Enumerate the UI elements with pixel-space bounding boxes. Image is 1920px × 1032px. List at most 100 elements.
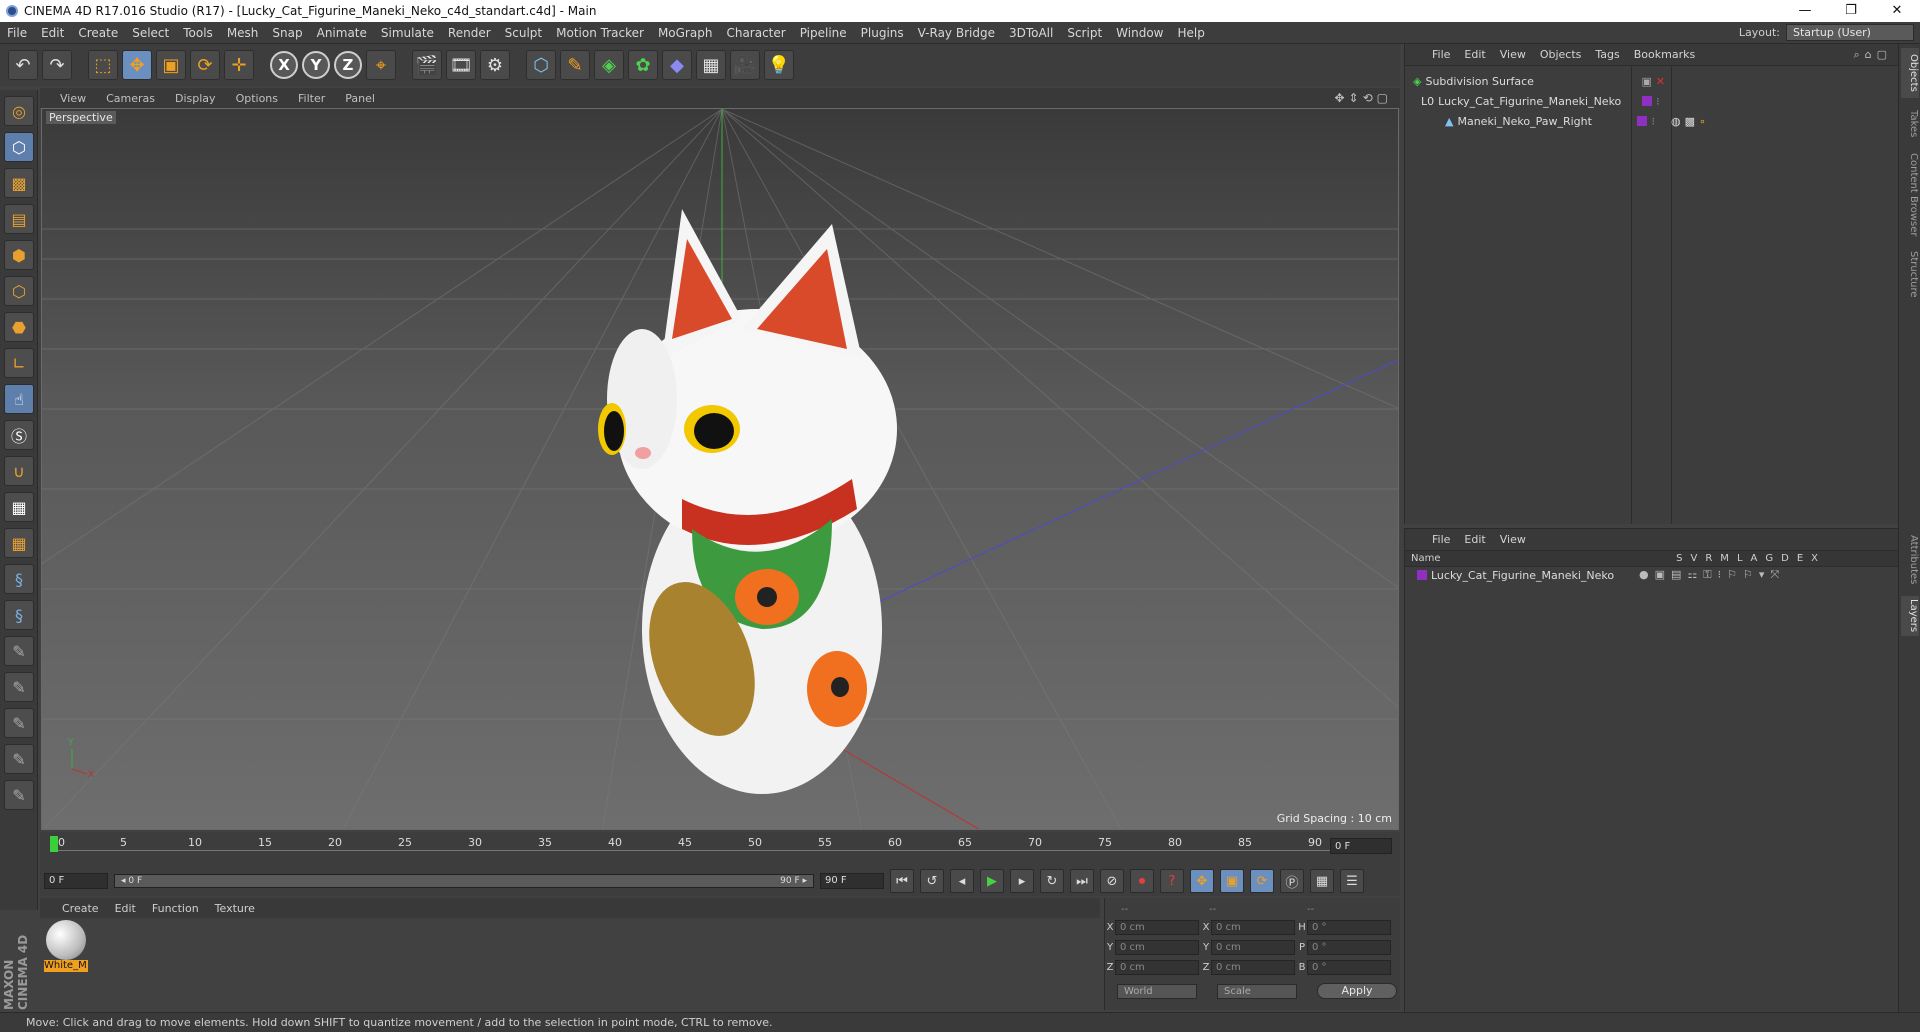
y-axis-lock-button[interactable]: Y (302, 51, 330, 79)
tweak-mode-icon[interactable]: ☝ (4, 384, 34, 414)
size-x-field[interactable]: 0 cm (1211, 919, 1295, 935)
cube-primitive-icon[interactable]: ⬡ (526, 50, 556, 80)
layer-color-swatch[interactable] (1637, 116, 1648, 126)
undo-icon[interactable]: ↶ (8, 50, 38, 80)
object-row[interactable]: ▲ Maneki_Neko_Paw_Right ⁝ ◍ ▩ ∘ (1405, 112, 1899, 130)
z-axis-lock-button[interactable]: Z (334, 51, 362, 79)
object-row[interactable]: ◈ Subdivision Surface ▣ ✕ (1405, 72, 1899, 90)
current-frame-field[interactable]: 0 F (1330, 838, 1392, 854)
layer-menu-view[interactable]: View (1493, 533, 1533, 546)
key-rotation-icon[interactable]: ⟳ (1250, 869, 1274, 893)
light-icon[interactable]: 💡 (764, 50, 794, 80)
object-row[interactable]: L0 Lucky_Cat_Figurine_Maneki_Neko ⁝ (1405, 92, 1899, 110)
menu-plugins[interactable]: Plugins (854, 26, 911, 40)
position-y-field[interactable]: 0 cm (1115, 939, 1199, 955)
render-settings-icon[interactable]: ⚙ (480, 50, 510, 80)
snap-icon[interactable]: Ⓢ (4, 420, 34, 450)
record-icon[interactable]: ⏺ (1130, 869, 1154, 893)
size-mode-select[interactable]: Scale (1217, 983, 1297, 999)
viewport-menu-options[interactable]: Options (226, 92, 288, 105)
object-menu-objects[interactable]: Objects (1533, 48, 1589, 61)
render-to-picture-viewer-icon[interactable]: 🎞 (446, 50, 476, 80)
material-menu-create[interactable]: Create (54, 902, 107, 915)
axis-mode-icon[interactable]: ∟ (4, 348, 34, 378)
position-x-field[interactable]: 0 cm (1115, 919, 1199, 935)
play-icon[interactable]: ▶ (980, 869, 1004, 893)
end-frame-field[interactable]: 90 F (820, 873, 884, 889)
layer-menu-file[interactable]: File (1425, 533, 1457, 546)
material-menu-edit[interactable]: Edit (107, 902, 144, 915)
menu-mesh[interactable]: Mesh (220, 26, 266, 40)
next-key-icon[interactable]: ↻ (1040, 869, 1064, 893)
tab-attributes[interactable]: Attributes (1901, 528, 1919, 592)
menu-script[interactable]: Script (1060, 26, 1109, 40)
size-z-field[interactable]: 0 cm (1211, 959, 1295, 975)
object-menu-file[interactable]: File (1425, 48, 1457, 61)
start-frame-field[interactable]: 0 F (44, 873, 108, 889)
viewport-menu-filter[interactable]: Filter (288, 92, 335, 105)
close-button[interactable]: ✕ (1874, 0, 1920, 22)
menu-file[interactable]: File (0, 26, 34, 40)
menu-render[interactable]: Render (441, 26, 498, 40)
pen-spline-icon[interactable]: ✎ (560, 50, 590, 80)
rotate-tool-icon[interactable]: ⟳ (190, 50, 220, 80)
extra-tool-icon[interactable]: ✎ (4, 780, 34, 810)
perspective-viewport[interactable]: Y X Perspective Grid Spacing : 10 cm (41, 108, 1399, 830)
coordinate-mode-select[interactable]: World (1117, 983, 1197, 999)
menu-simulate[interactable]: Simulate (374, 26, 441, 40)
x-axis-lock-button[interactable]: X (270, 51, 298, 79)
visibility-dots-icon[interactable]: ⁝ (1651, 115, 1655, 128)
menu-tools[interactable]: Tools (176, 26, 220, 40)
previous-frame-icon[interactable]: ◂ (950, 869, 974, 893)
menu-sculpt[interactable]: Sculpt (498, 26, 549, 40)
menu-snap[interactable]: Snap (265, 26, 309, 40)
menu-edit[interactable]: Edit (34, 26, 71, 40)
autokey-icon[interactable]: ? (1160, 869, 1184, 893)
menu-motion-tracker[interactable]: Motion Tracker (549, 26, 651, 40)
tab-structure[interactable]: Structure (1901, 246, 1919, 302)
preview-range-slider[interactable]: ◂ 0 F 90 F ▸ (114, 874, 814, 888)
layer-color-swatch[interactable] (1642, 96, 1653, 106)
material-menu-texture[interactable]: Texture (207, 902, 263, 915)
menu-animate[interactable]: Animate (310, 26, 374, 40)
timeline-ruler[interactable]: 0 5 10 15 20 25 30 35 40 45 50 55 60 65 … (50, 836, 1340, 860)
tab-takes[interactable]: Takes (1901, 104, 1919, 144)
sculpt-icon[interactable]: ✎ (4, 708, 34, 738)
key-position-icon[interactable]: ✥ (1190, 869, 1214, 893)
object-menu-view[interactable]: View (1493, 48, 1533, 61)
maximize-button[interactable]: ❐ (1828, 0, 1874, 22)
menu-3dtoall[interactable]: 3DToAll (1002, 26, 1060, 40)
redo-icon[interactable]: ↷ (42, 50, 72, 80)
tab-objects[interactable]: Objects (1901, 48, 1919, 98)
menu-create[interactable]: Create (71, 26, 125, 40)
layer-row[interactable]: Lucky_Cat_Figurine_Maneki_Neko ●▣▤⚏⚿⁝⚐⚐▾… (1405, 567, 1898, 583)
scale-tool-icon[interactable]: ▣ (156, 50, 186, 80)
object-menu-edit[interactable]: Edit (1457, 48, 1492, 61)
material-menu-function[interactable]: Function (144, 902, 207, 915)
render-view-icon[interactable]: 🎬 (412, 50, 442, 80)
layer-menu-edit[interactable]: Edit (1457, 533, 1492, 546)
subdivision-surface-icon[interactable]: ◈ (594, 50, 624, 80)
layer-toggle-icons[interactable]: ●▣▤⚏⚿⁝⚐⚐▾⤧ (1639, 568, 1785, 582)
live-selection-icon[interactable]: ⬚ (88, 50, 118, 80)
coordinate-system-icon[interactable]: ⌖ (366, 50, 396, 80)
menu-mograph[interactable]: MoGraph (651, 26, 720, 40)
viewport-nav-icons[interactable]: ✥⇕⟲▢ (1334, 91, 1400, 105)
uvw-tag-icon[interactable]: ▩ (1685, 115, 1695, 128)
layer-color-swatch[interactable] (1417, 570, 1427, 580)
edges-mode-icon[interactable]: ⬡ (4, 276, 34, 306)
move-tool-icon[interactable]: ✥ (122, 50, 152, 80)
disabled-x-icon[interactable]: ✕ (1656, 75, 1665, 88)
rotation-b-field[interactable]: 0 ° (1307, 959, 1391, 975)
object-manager-search-icon[interactable]: ⌕⌂▢ (1853, 48, 1898, 62)
next-frame-icon[interactable]: ▸ (1010, 869, 1034, 893)
material-tag-icon[interactable]: ◍ (1671, 115, 1681, 128)
deformer-icon[interactable]: ◆ (662, 50, 692, 80)
texture-mode-icon[interactable]: ▩ (4, 168, 34, 198)
key-parameter-icon[interactable]: Ⓟ (1280, 869, 1304, 893)
menu-window[interactable]: Window (1109, 26, 1170, 40)
uv-grid-icon[interactable]: ▦ (4, 528, 34, 558)
object-menu-bookmarks[interactable]: Bookmarks (1627, 48, 1702, 61)
minimize-button[interactable]: — (1782, 0, 1828, 22)
points-mode-icon[interactable]: ⬢ (4, 240, 34, 270)
